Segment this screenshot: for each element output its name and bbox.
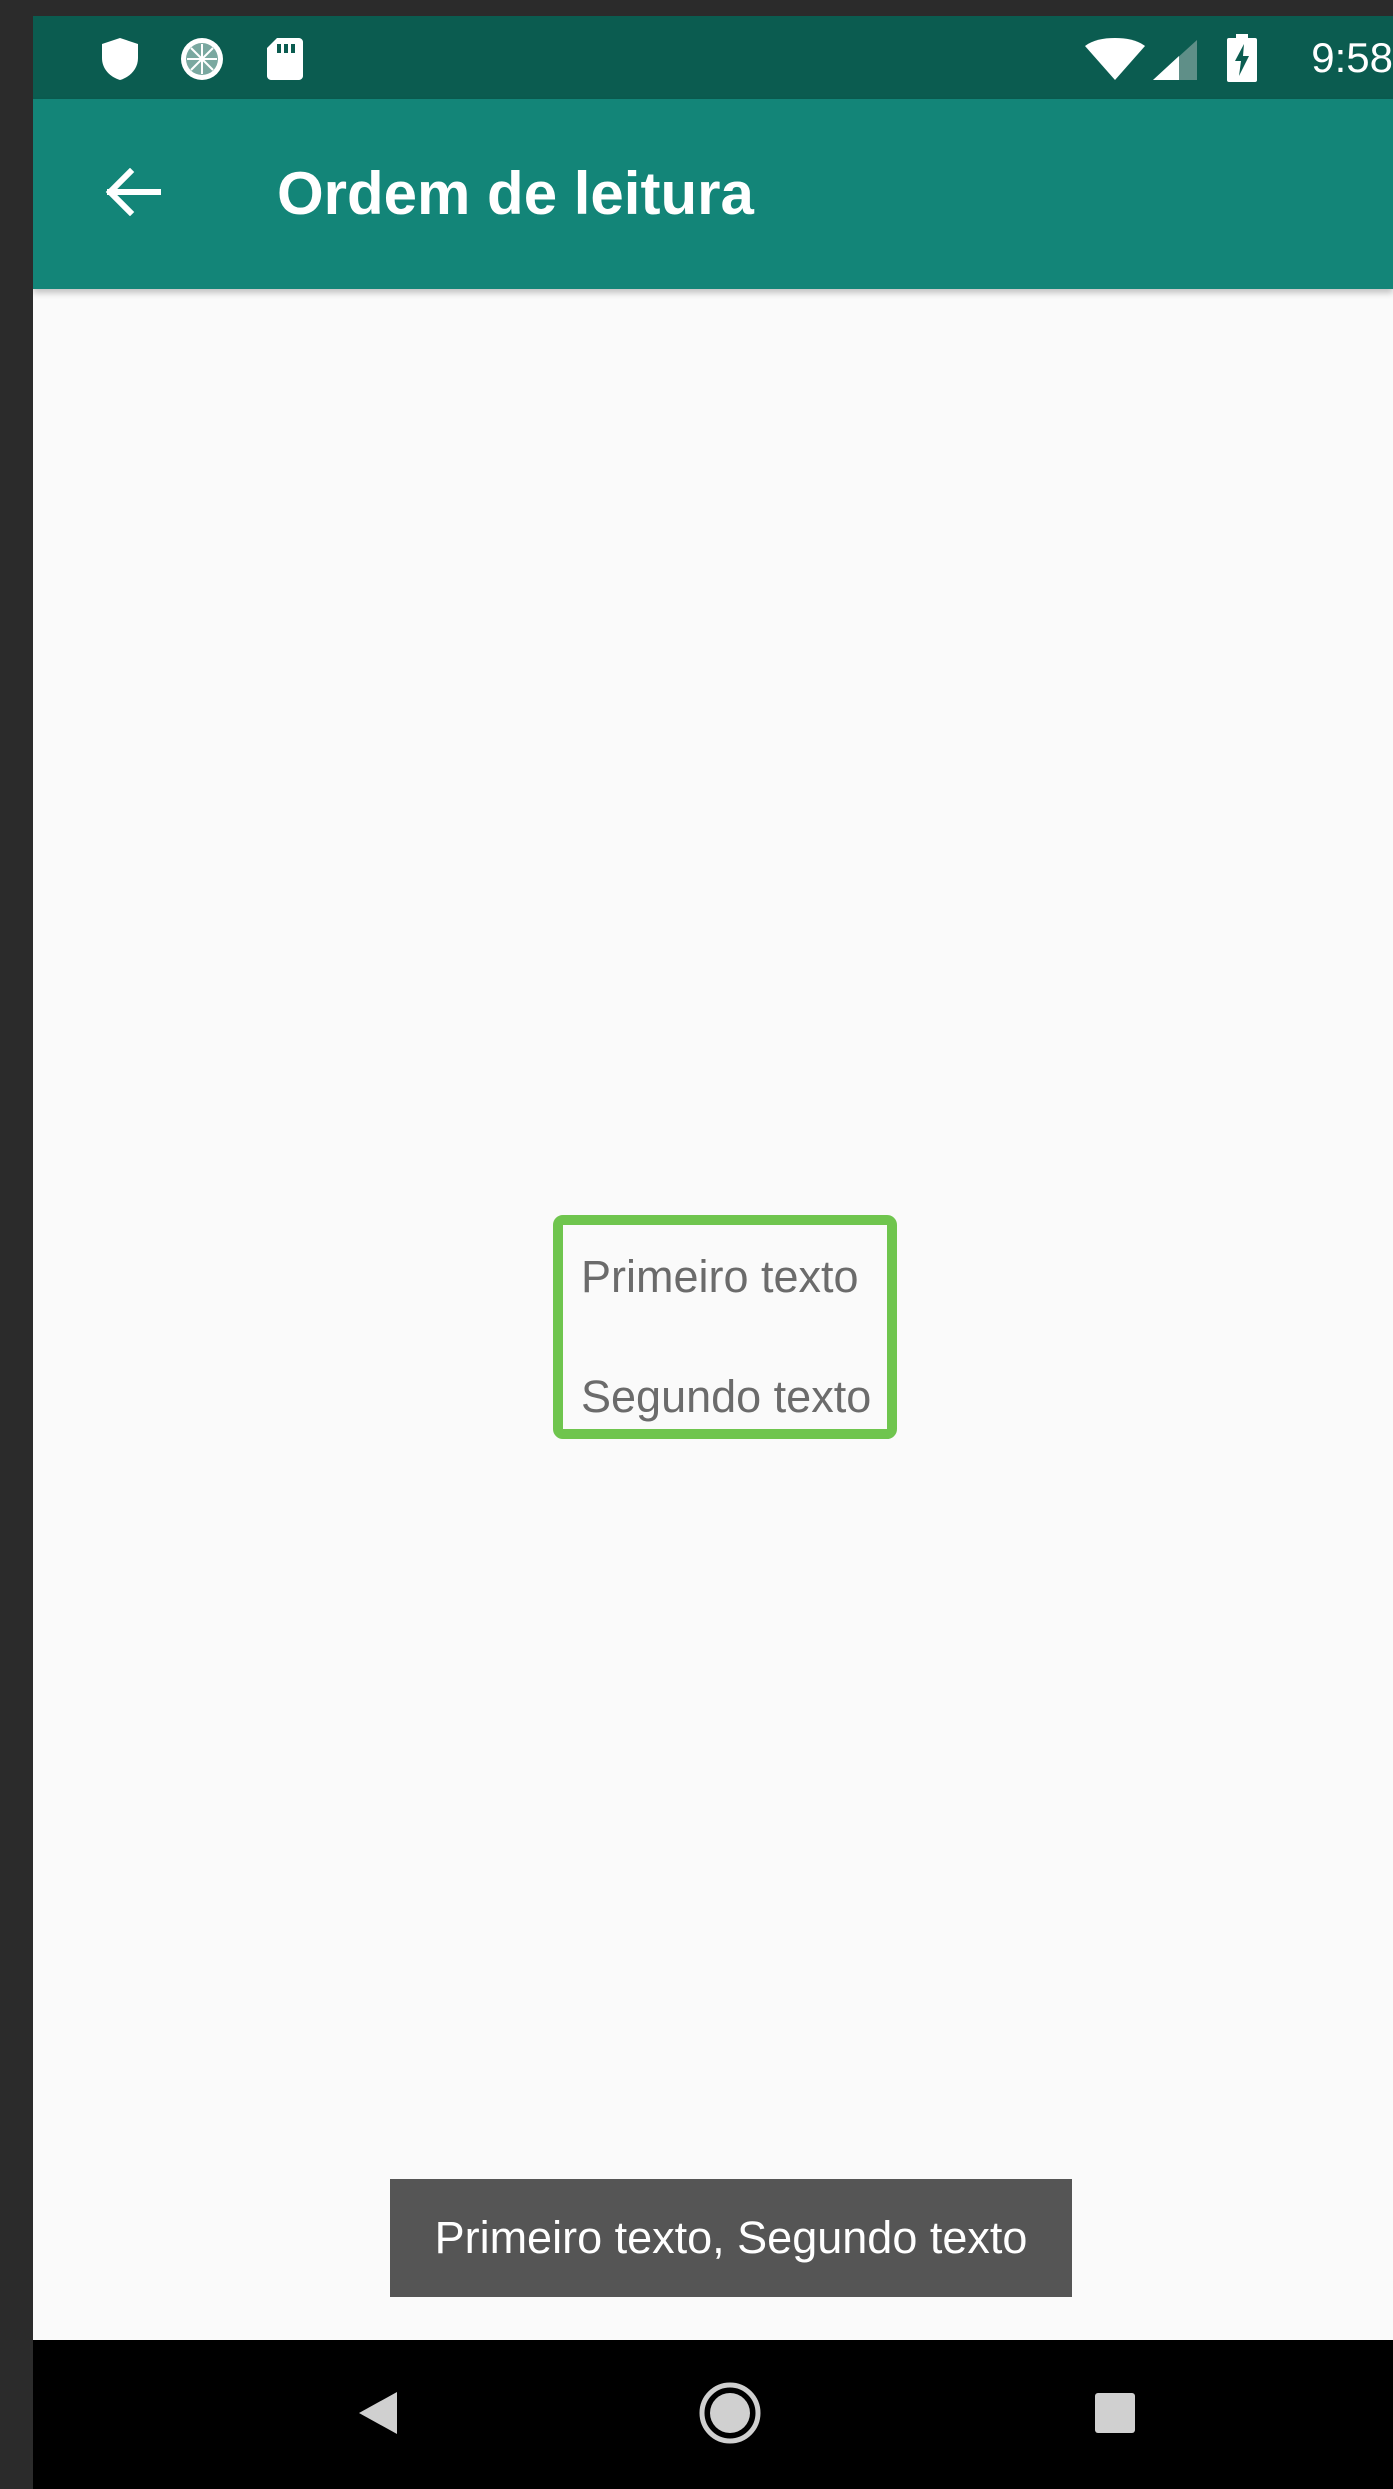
nav-back-button[interactable] xyxy=(332,2370,422,2460)
first-text: Primeiro texto xyxy=(581,1251,859,1302)
back-triangle-icon xyxy=(355,2390,399,2441)
status-bar: 9:58 xyxy=(33,16,1393,99)
nav-recents-button[interactable] xyxy=(1070,2370,1160,2460)
recents-square-icon xyxy=(1093,2391,1137,2440)
accessibility-focus-group[interactable]: Primeiro texto Segundo texto xyxy=(553,1215,897,1439)
device-frame: 9:58 Ordem de leitura Primeiro texto Seg… xyxy=(0,0,1393,2489)
content-area: Primeiro texto Segundo texto xyxy=(33,289,1393,2340)
toast: Primeiro texto, Segundo texto xyxy=(390,2179,1072,2297)
shield-icon xyxy=(99,36,141,87)
sync-icon xyxy=(178,36,226,87)
screen: 9:58 Ordem de leitura Primeiro texto Seg… xyxy=(33,16,1393,2489)
home-circle-icon xyxy=(698,2381,762,2450)
second-text: Segundo texto xyxy=(581,1371,872,1422)
cell-signal-icon xyxy=(1153,40,1197,85)
wifi-icon xyxy=(1085,38,1145,85)
toast-message: Primeiro texto, Segundo texto xyxy=(434,2212,1028,2263)
nav-home-button[interactable] xyxy=(685,2370,775,2460)
navigation-bar xyxy=(33,2340,1393,2489)
page-title: Ordem de leitura xyxy=(277,160,754,227)
arrow-left-icon xyxy=(104,167,162,221)
sd-card-icon xyxy=(265,36,305,87)
app-bar: Ordem de leitura xyxy=(33,99,1393,289)
status-time: 9:58 xyxy=(1311,34,1393,81)
back-button[interactable] xyxy=(93,154,173,234)
battery-charging-icon xyxy=(1227,34,1257,87)
